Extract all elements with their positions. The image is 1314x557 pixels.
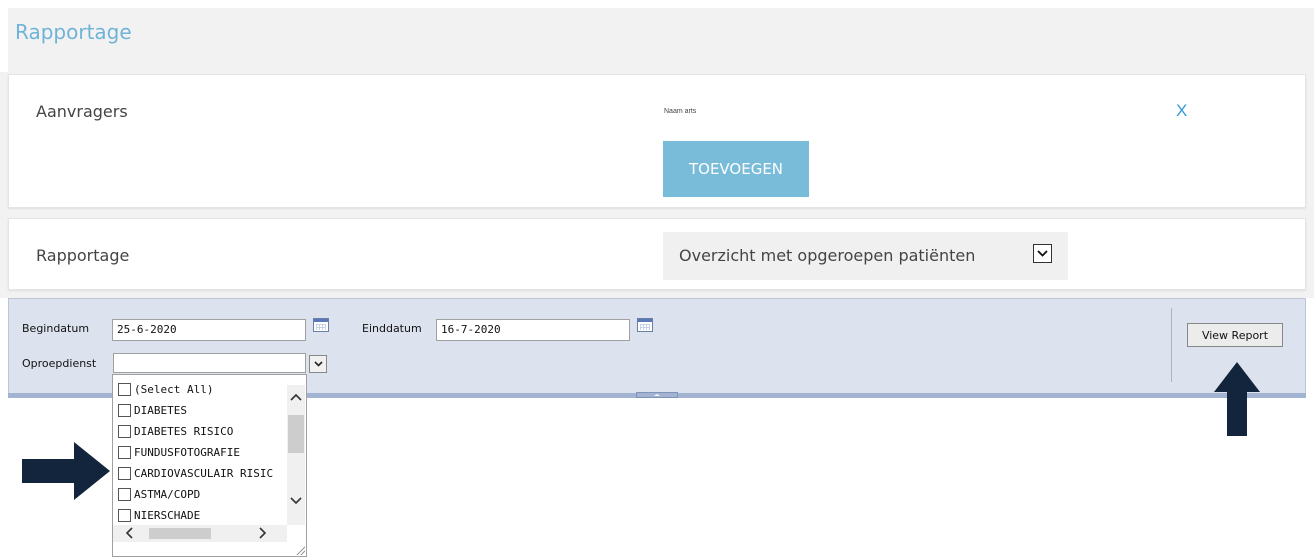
checkbox[interactable]: [118, 424, 131, 438]
view-report-button[interactable]: View Report: [1187, 323, 1283, 347]
calendar-icon[interactable]: [313, 318, 329, 332]
einddatum-label: Einddatum: [362, 322, 422, 335]
checkbox[interactable]: [118, 466, 131, 480]
list-item[interactable]: CARDIOVASCULAIR RISIC: [118, 463, 273, 483]
calendar-icon[interactable]: [637, 318, 653, 332]
vertical-scrollbar[interactable]: [287, 385, 305, 525]
list-item-label: DIABETES: [134, 403, 187, 417]
page-header: Rapportage: [8, 8, 1314, 72]
rapportage-panel: [8, 218, 1306, 290]
list-item-label: DIABETES RISICO: [134, 424, 234, 438]
checkbox[interactable]: [118, 445, 131, 459]
scroll-up-icon[interactable]: [290, 391, 302, 404]
list-item-label: NIERSCHADE: [134, 508, 201, 522]
aanvragers-label: Aanvragers: [36, 102, 128, 121]
chevron-down-icon[interactable]: [1033, 244, 1052, 263]
list-item[interactable]: NIERSCHADE: [118, 505, 200, 525]
parameters-divider: [1171, 308, 1172, 382]
oproepdienst-dropdown-list: (Select All) DIABETES DIABETES RISICO FU…: [112, 374, 307, 557]
oproepdienst-input[interactable]: [113, 353, 306, 373]
list-item-label: ASTMA/COPD: [134, 487, 201, 501]
resize-grip-icon[interactable]: [295, 545, 305, 555]
list-item[interactable]: (Select All): [118, 379, 213, 399]
close-icon[interactable]: X: [1176, 101, 1187, 121]
list-item[interactable]: DIABETES: [118, 400, 187, 420]
annotation-arrow-up-icon: [1214, 362, 1260, 436]
annotation-arrow-right-icon: [22, 442, 110, 500]
checkbox[interactable]: [118, 487, 131, 501]
begindatum-input[interactable]: 25-6-2020: [112, 319, 306, 341]
scroll-left-icon[interactable]: [125, 527, 133, 542]
naam-arts-label: Naam arts: [664, 108, 697, 115]
vertical-scrollbar-thumb[interactable]: [288, 415, 304, 453]
rapportage-select[interactable]: Overzicht met opgeroepen patiënten: [663, 232, 1068, 280]
list-item[interactable]: FUNDUSFOTOGRAFIE: [118, 442, 240, 462]
chevron-down-icon[interactable]: [309, 355, 327, 373]
einddatum-input[interactable]: 16-7-2020: [436, 319, 630, 341]
toevoegen-button[interactable]: TOEVOEGEN: [663, 141, 809, 197]
list-item[interactable]: DIABETES RISICO: [118, 421, 233, 441]
horizontal-scrollbar[interactable]: [113, 525, 287, 542]
aanvragers-panel: [8, 74, 1306, 208]
page-title: Rapportage: [15, 20, 132, 44]
checkbox[interactable]: [118, 403, 131, 417]
checkbox[interactable]: [118, 508, 131, 522]
list-item[interactable]: ASTMA/COPD: [118, 484, 200, 504]
list-item-label: CARDIOVASCULAIR RISIC: [134, 466, 274, 480]
checkbox[interactable]: [118, 382, 131, 396]
scroll-down-icon[interactable]: [290, 495, 302, 508]
list-item-label: FUNDUSFOTOGRAFIE: [134, 445, 240, 459]
horizontal-scrollbar-thumb[interactable]: [149, 528, 211, 539]
begindatum-label: Begindatum: [22, 322, 90, 335]
rapportage-select-value: Overzicht met opgeroepen patiënten: [679, 246, 976, 265]
scroll-right-icon[interactable]: [259, 527, 267, 542]
rapportage-label: Rapportage: [36, 246, 130, 265]
oproepdienst-label: Oproepdienst: [22, 357, 97, 370]
collapse-parameters-handle[interactable]: [636, 392, 678, 398]
list-item-label: (Select All): [134, 382, 214, 396]
